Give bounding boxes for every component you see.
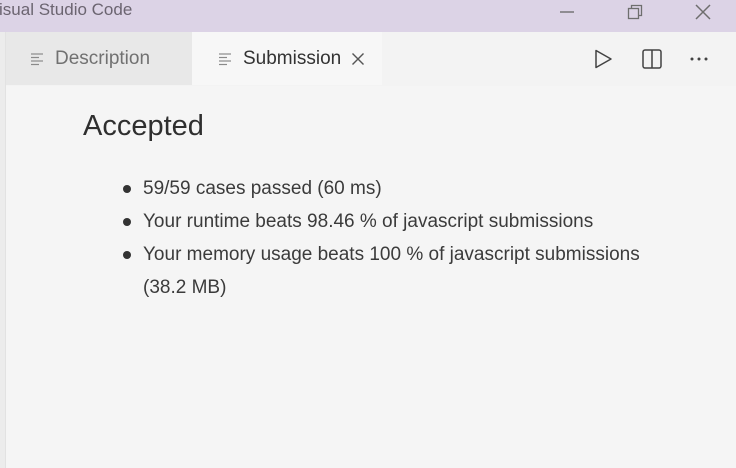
title-bar: Visual Studio Code — [0, 0, 736, 32]
tab-submission[interactable]: Submission — [192, 32, 382, 85]
split-editor-icon — [642, 49, 662, 69]
restore-icon — [627, 4, 643, 20]
window-title: Visual Studio Code — [0, 0, 133, 19]
more-actions-icon — [690, 57, 708, 61]
result-runtime: Your runtime beats 98.46 % of javascript… — [143, 211, 594, 232]
tab-close-button[interactable] — [350, 51, 366, 67]
split-editor-button[interactable] — [637, 44, 667, 74]
result-list: 59/59 cases passed (60 ms) Your runtime … — [123, 172, 663, 304]
close-button[interactable] — [680, 0, 726, 24]
list-item: Your memory usage beats 100 % of javascr… — [123, 238, 663, 304]
more-actions-button[interactable] — [684, 44, 714, 74]
result-memory: Your memory usage beats 100 % of javascr… — [143, 244, 640, 298]
document-lines-icon — [219, 52, 231, 65]
tab-description[interactable]: Description — [6, 32, 192, 85]
close-icon — [352, 52, 365, 65]
result-cases-passed: 59/59 cases passed (60 ms) — [143, 178, 382, 199]
list-item: 59/59 cases passed (60 ms) — [123, 172, 663, 205]
submission-result-panel: Accepted 59/59 cases passed (60 ms) Your… — [6, 86, 736, 468]
result-heading: Accepted — [83, 110, 204, 142]
minimize-button[interactable] — [544, 0, 590, 24]
close-icon — [695, 4, 711, 20]
bullet-icon — [123, 218, 131, 226]
document-lines-icon — [31, 52, 43, 65]
tab-description-label: Description — [55, 47, 151, 69]
bullet-icon — [123, 185, 131, 193]
list-item: Your runtime beats 98.46 % of javascript… — [123, 205, 663, 238]
run-button[interactable] — [588, 44, 618, 74]
tab-submission-label: Submission — [243, 47, 342, 69]
editor-tab-bar: Description Submission — [0, 32, 736, 86]
restore-button[interactable] — [612, 0, 658, 24]
run-icon — [595, 49, 612, 69]
minimize-icon — [560, 11, 574, 13]
bullet-icon — [123, 251, 131, 259]
